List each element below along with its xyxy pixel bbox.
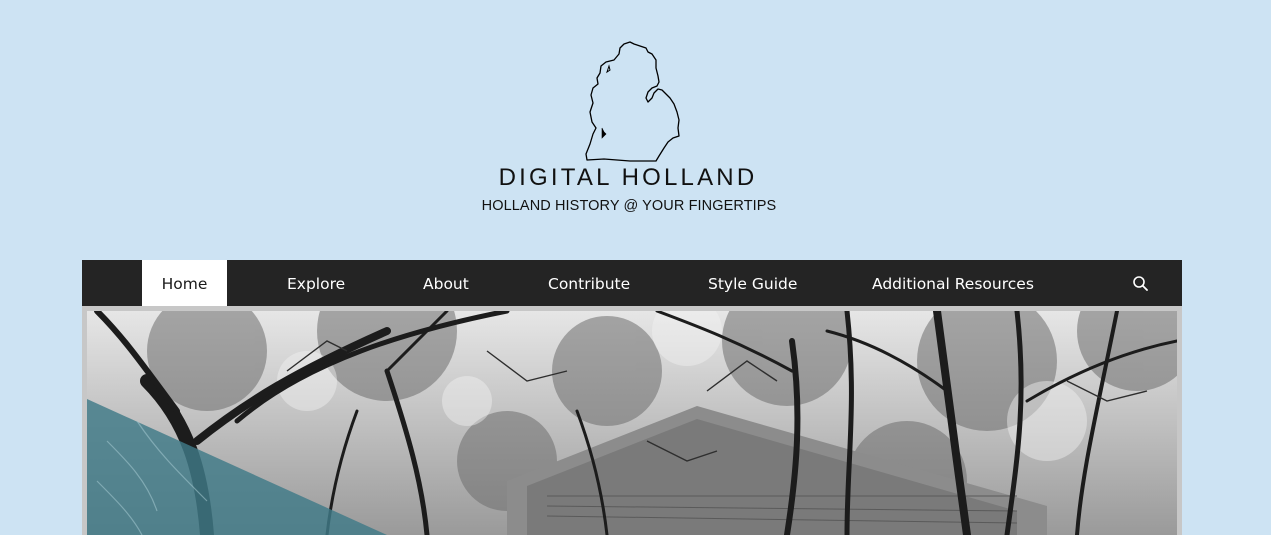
michigan-map-icon — [585, 41, 680, 162]
site-tagline: HOLLAND HISTORY @ YOUR FINGERTIPS — [481, 198, 777, 214]
nav-item-additional-resources[interactable]: Additional Resources — [872, 260, 1034, 306]
site-logo-link[interactable] — [560, 38, 710, 168]
nav-item-style-guide[interactable]: Style Guide — [708, 260, 797, 306]
site-title: DIGITAL HOLLAND — [498, 164, 758, 191]
hero-image — [87, 311, 1177, 535]
cursor-icon — [601, 127, 607, 139]
nav-item-explore[interactable]: Explore — [287, 260, 345, 306]
hero-photo-illustration — [87, 311, 1177, 535]
nav-item-about[interactable]: About — [423, 260, 469, 306]
hero-frame — [82, 306, 1182, 535]
page: DIGITAL HOLLAND HOLLAND HISTORY @ YOUR F… — [0, 0, 1271, 535]
search-button[interactable] — [1131, 274, 1151, 294]
nav-item-home[interactable]: Home — [142, 260, 227, 306]
search-icon — [1133, 276, 1148, 291]
nav-item-contribute[interactable]: Contribute — [548, 260, 630, 306]
main-navigation: Home Explore About Contribute Style Guid… — [82, 260, 1182, 306]
